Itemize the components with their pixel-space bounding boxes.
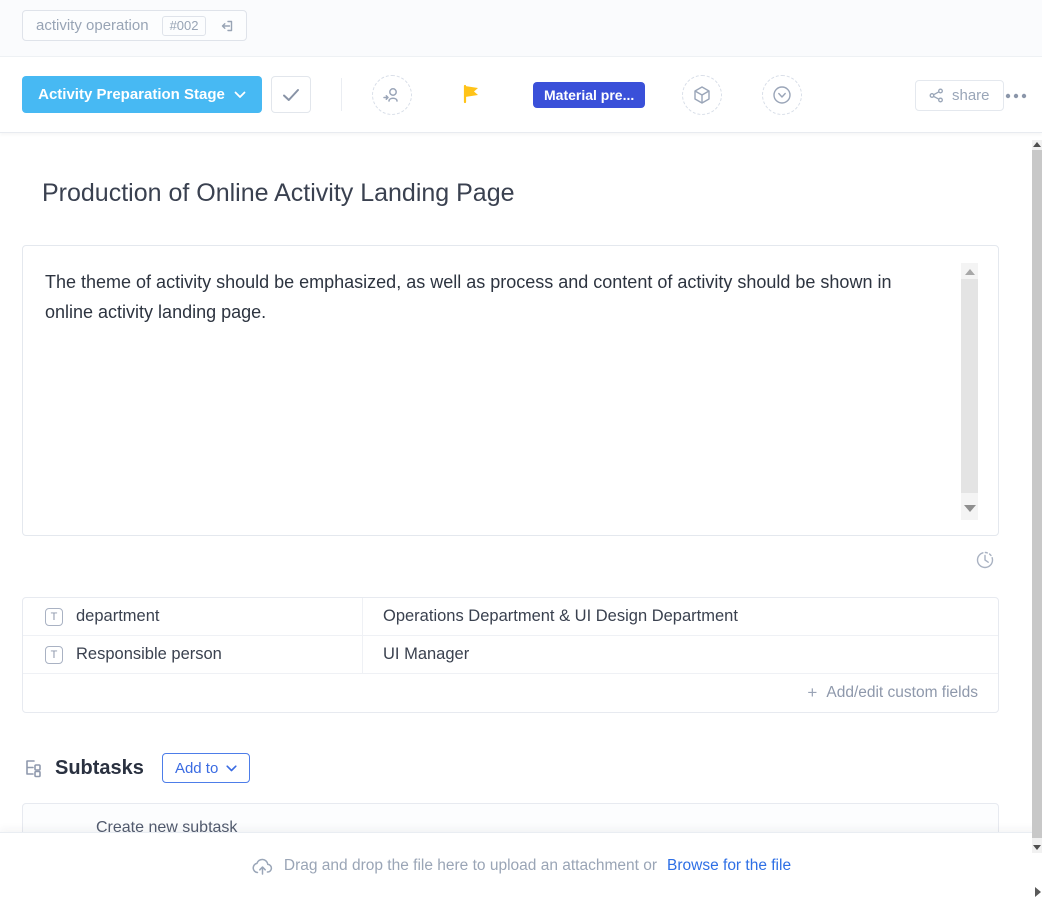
custom-fields-table: T department Operations Department & UI … bbox=[22, 597, 999, 713]
description-text: The theme of activity should be emphasiz… bbox=[45, 267, 943, 327]
assign-member-button[interactable] bbox=[372, 75, 412, 115]
scroll-corner-icon bbox=[1035, 887, 1041, 897]
checkin-button[interactable] bbox=[762, 75, 802, 115]
table-row: T Responsible person UI Manager bbox=[23, 636, 998, 674]
drag-drop-text: Drag and drop the file here to upload an… bbox=[284, 857, 657, 875]
version-button[interactable] bbox=[682, 75, 722, 115]
cloud-upload-icon bbox=[251, 856, 274, 876]
add-edit-custom-fields-label: Add/edit custom fields bbox=[826, 684, 978, 702]
description-scrollbar[interactable] bbox=[961, 263, 978, 520]
field-label-cell: T department bbox=[23, 598, 363, 635]
description-scrollbar-thumb[interactable] bbox=[961, 279, 978, 493]
field-label: Responsible person bbox=[76, 645, 222, 664]
field-label: department bbox=[76, 607, 159, 626]
page-scrollbar[interactable] bbox=[1032, 140, 1042, 853]
scroll-down-arrow-icon[interactable] bbox=[964, 505, 976, 512]
circled-chevron-icon bbox=[771, 84, 793, 106]
scroll-down-arrow-icon[interactable] bbox=[1033, 845, 1041, 850]
browse-file-link[interactable]: Browse for the file bbox=[667, 857, 791, 875]
cube-icon bbox=[691, 84, 713, 106]
stage-label: Activity Preparation Stage bbox=[38, 86, 225, 103]
status-badge[interactable]: Material pre... bbox=[533, 82, 645, 108]
breadcrumb-bar: activity operation #002 bbox=[0, 0, 1042, 57]
open-task-icon[interactable] bbox=[219, 18, 235, 34]
text-field-type-icon: T bbox=[45, 608, 63, 626]
description-field[interactable]: The theme of activity should be emphasiz… bbox=[22, 245, 999, 536]
field-label-cell: T Responsible person bbox=[23, 636, 363, 673]
page-title[interactable]: Production of Online Activity Landing Pa… bbox=[42, 179, 515, 208]
stage-dropdown-button[interactable]: Activity Preparation Stage bbox=[22, 76, 262, 113]
share-icon bbox=[929, 88, 944, 103]
subtask-tree-icon bbox=[22, 756, 46, 780]
plus-icon: + bbox=[807, 683, 817, 703]
breadcrumb[interactable]: activity operation #002 bbox=[22, 10, 247, 41]
priority-flag-icon[interactable] bbox=[459, 82, 483, 106]
page-scrollbar-thumb[interactable] bbox=[1032, 150, 1042, 838]
subtasks-section-header: Subtasks Add to bbox=[22, 752, 250, 784]
add-to-label: Add to bbox=[175, 760, 218, 777]
scroll-up-arrow-icon[interactable] bbox=[965, 269, 975, 275]
project-name: activity operation bbox=[36, 17, 149, 34]
complete-task-button[interactable] bbox=[271, 76, 311, 113]
subtasks-add-to-button[interactable]: Add to bbox=[162, 753, 250, 783]
field-value[interactable]: UI Manager bbox=[363, 636, 469, 673]
check-icon bbox=[282, 88, 300, 102]
scroll-up-arrow-icon[interactable] bbox=[1033, 142, 1041, 147]
share-button[interactable]: share bbox=[915, 80, 1004, 111]
task-number-badge: #002 bbox=[162, 16, 207, 36]
table-row: T department Operations Department & UI … bbox=[23, 598, 998, 636]
toolbar-divider bbox=[341, 78, 342, 111]
chevron-down-icon bbox=[226, 765, 237, 772]
field-value[interactable]: Operations Department & UI Design Depart… bbox=[363, 598, 738, 635]
assign-person-icon bbox=[381, 84, 403, 106]
task-detail-page: activity operation #002 Activity Prepara… bbox=[0, 0, 1042, 898]
attachment-drop-bar: Drag and drop the file here to upload an… bbox=[0, 832, 1042, 898]
text-field-type-icon: T bbox=[45, 646, 63, 664]
status-badge-label: Material pre... bbox=[544, 87, 634, 103]
more-actions-icon[interactable] bbox=[1001, 84, 1031, 108]
chevron-down-icon bbox=[234, 91, 246, 99]
subtasks-heading: Subtasks bbox=[55, 757, 144, 780]
add-edit-custom-fields-button[interactable]: + Add/edit custom fields bbox=[23, 674, 998, 712]
task-toolbar: Activity Preparation Stage bbox=[0, 57, 1042, 133]
share-label: share bbox=[952, 87, 990, 104]
history-clock-icon[interactable] bbox=[973, 549, 997, 573]
